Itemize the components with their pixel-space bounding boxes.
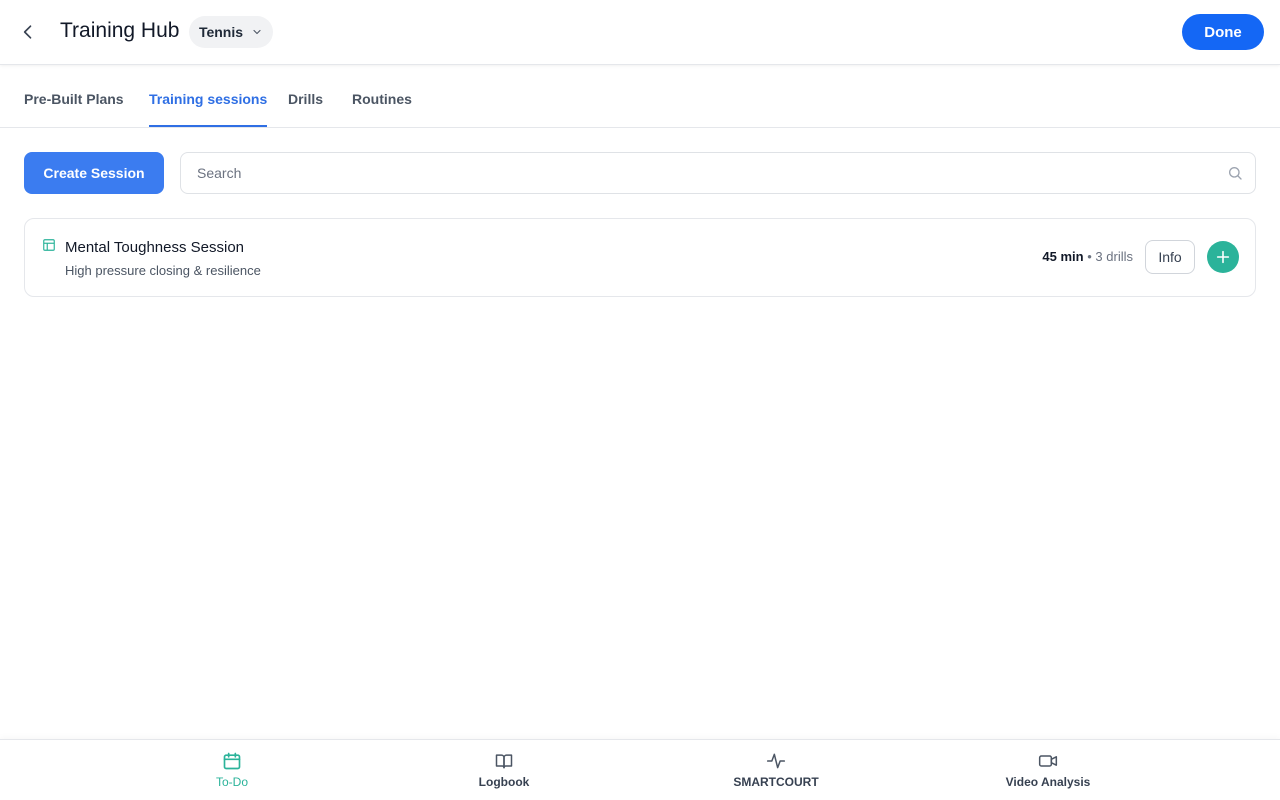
book-icon <box>495 754 513 769</box>
bottom-nav: To-Do Logbook SMARTCOURT Video Analysis <box>0 739 1280 800</box>
chevron-down-icon <box>253 29 261 35</box>
sport-selector[interactable]: Tennis <box>189 16 273 48</box>
search-input[interactable] <box>197 153 1197 193</box>
nav-label-logbook: Logbook <box>478 775 530 789</box>
done-button[interactable]: Done <box>1182 14 1264 50</box>
nav-item-to-do[interactable]: To-Do <box>152 740 312 800</box>
meta-separator: • <box>1087 249 1092 264</box>
plus-icon <box>1216 250 1230 264</box>
sport-selector-label: Tennis <box>198 24 244 40</box>
tab-training-sessions[interactable]: Training sessions <box>149 91 268 127</box>
app-header: Training Hub Tennis Done <box>0 0 1280 65</box>
back-button[interactable] <box>16 20 40 44</box>
chevron-left-icon <box>23 25 32 39</box>
nav-item-smartcourt[interactable]: SMARTCOURT <box>696 740 856 800</box>
nav-label-to-do: To-Do <box>215 775 248 789</box>
tab-pre-built-plans[interactable]: Pre-Built Plans <box>24 91 124 127</box>
nav-item-video-analysis[interactable]: Video Analysis <box>968 740 1128 800</box>
session-card[interactable]: Mental Toughness Session High pressure c… <box>24 218 1256 297</box>
search-box <box>180 152 1256 194</box>
nav-label-smartcourt: SMARTCOURT <box>733 775 819 789</box>
search-icon <box>1229 167 1242 180</box>
create-session-button[interactable]: Create Session <box>24 152 164 194</box>
nav-label-video-analysis: Video Analysis <box>1005 775 1091 789</box>
session-title: Mental Toughness Session <box>65 239 245 256</box>
activity-icon <box>766 753 786 769</box>
tab-bar: Pre-Built Plans Training sessions Drills… <box>0 66 1280 128</box>
tab-drills[interactable]: Drills <box>288 91 323 127</box>
video-icon <box>1038 755 1058 767</box>
nav-item-logbook[interactable]: Logbook <box>424 740 584 800</box>
calendar-icon <box>223 752 241 770</box>
session-meta: 45 min • 3 drills <box>1042 249 1133 264</box>
add-session-button[interactable] <box>1207 241 1239 273</box>
tab-routines[interactable]: Routines <box>352 91 412 127</box>
page-title: Training Hub <box>60 19 180 42</box>
info-button[interactable]: Info <box>1145 240 1195 274</box>
session-drill-count: 3 drills <box>1095 249 1133 264</box>
session-subtitle: High pressure closing & resilience <box>65 263 261 278</box>
session-duration: 45 min <box>1042 249 1084 264</box>
layout-template-icon <box>43 239 55 251</box>
